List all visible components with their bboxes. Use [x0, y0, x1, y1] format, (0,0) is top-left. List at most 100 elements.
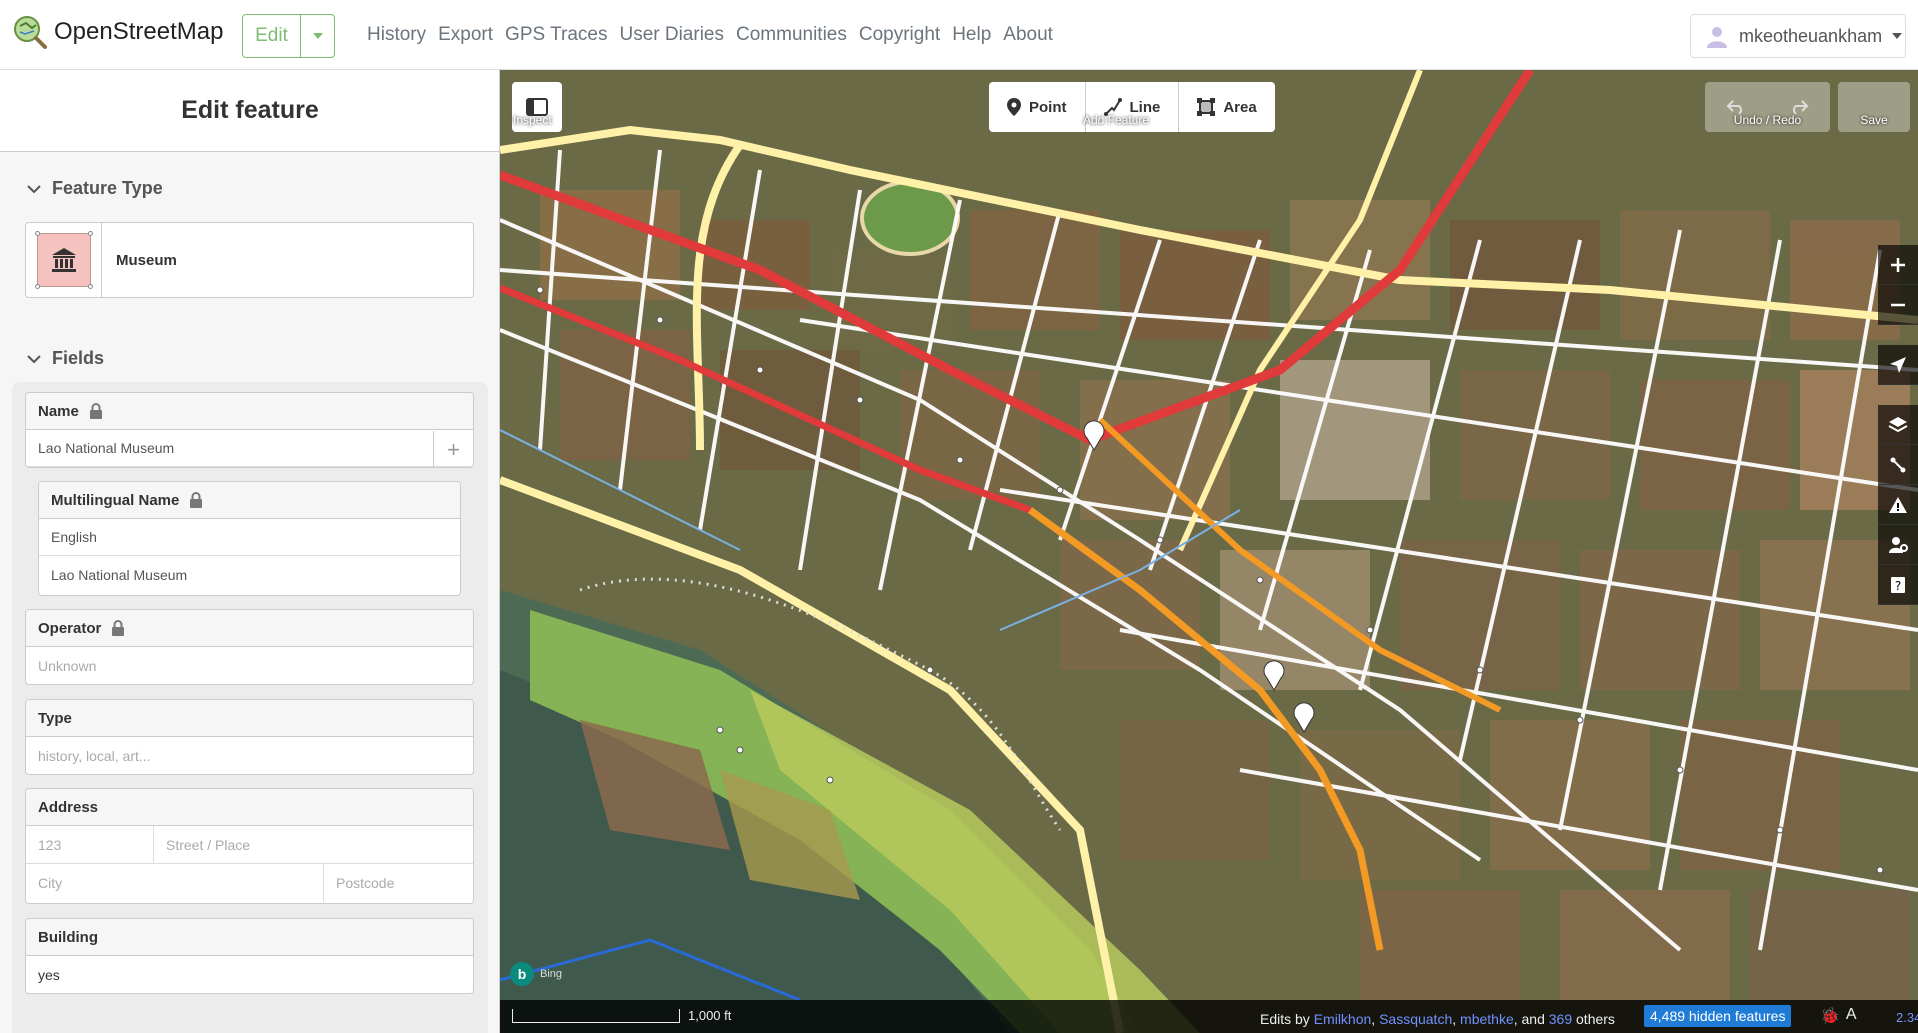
building-field: Building yes — [25, 918, 474, 994]
editor-link[interactable]: Sassquatch — [1379, 1011, 1452, 1027]
museum-icon — [34, 231, 93, 289]
housenumber-input[interactable]: 123 — [26, 826, 154, 863]
bing-attribution-logo[interactable]: b Bing — [510, 962, 562, 986]
lock-icon — [89, 403, 102, 419]
osm-magnifier-logo-icon — [14, 16, 47, 49]
preset-name: Museum — [116, 251, 177, 269]
bug-report-icon[interactable]: 🐞 — [1820, 1006, 1840, 1026]
preferences-icon — [1889, 536, 1908, 553]
caret-down-icon — [1892, 33, 1903, 39]
zoom-out-button[interactable] — [1878, 285, 1918, 325]
user-menu[interactable]: mkeotheuankham — [1690, 14, 1906, 58]
nav-history[interactable]: History — [367, 24, 426, 46]
scale-label: 1,000 ft — [688, 1008, 732, 1023]
type-input[interactable]: history, local, art... — [26, 737, 473, 774]
multilingual-name-field: Multilingual Name English Lao National M… — [38, 481, 461, 596]
name-field: Name Lao National Museum + — [25, 392, 474, 468]
issues-icon — [1889, 496, 1907, 513]
zoom-out-icon — [1891, 303, 1905, 306]
main-nav: History Export GPS Traces User Diaries C… — [367, 24, 1053, 46]
zoom-in-icon — [1891, 257, 1905, 272]
layers-icon — [1888, 416, 1908, 432]
lock-icon — [112, 620, 125, 636]
map-controls: ? — [1878, 245, 1918, 605]
name-input[interactable]: Lao National Museum — [26, 430, 473, 467]
satellite-imagery — [500, 70, 1918, 1033]
footer-icons: 🐞 A — [1820, 1006, 1857, 1026]
address-row-2: City Postcode — [26, 864, 473, 902]
address-row-1: 123 Street / Place — [26, 826, 473, 864]
background-layers-button[interactable] — [1878, 405, 1918, 445]
street-input[interactable]: Street / Place — [154, 826, 473, 863]
sidebar-title: Edit feature — [181, 96, 319, 124]
save-label: Save — [1860, 113, 1888, 127]
postcode-input[interactable]: Postcode — [324, 864, 473, 902]
nav-copyright[interactable]: Copyright — [859, 24, 940, 46]
scale-bar[interactable]: 1,000 ft — [512, 1008, 731, 1023]
building-label: Building — [26, 919, 473, 956]
svg-text:?: ? — [1895, 579, 1901, 593]
nav-user-diaries[interactable]: User Diaries — [619, 24, 724, 46]
lock-icon — [190, 492, 203, 508]
fields-section-toggle[interactable]: Fields — [26, 348, 104, 369]
help-icon: ? — [1891, 576, 1905, 593]
preset-selector[interactable]: Museum — [25, 222, 474, 298]
caret-down-icon — [312, 33, 323, 39]
geolocate-button[interactable] — [1878, 345, 1918, 385]
sidebar: Edit feature Feature Type Museum Fields … — [0, 70, 500, 1033]
help-button[interactable]: ? — [1878, 565, 1918, 605]
nav-help[interactable]: Help — [952, 24, 991, 46]
inspect-label: Inspect — [513, 113, 552, 127]
issues-button[interactable] — [1878, 485, 1918, 525]
editor-link[interactable]: mbethke — [1460, 1011, 1514, 1027]
site-title: OpenStreetMap — [54, 18, 224, 45]
nav-export[interactable]: Export — [438, 24, 493, 46]
chevron-down-icon — [27, 184, 41, 193]
localized-name-input[interactable]: Lao National Museum — [39, 556, 460, 593]
geolocate-icon — [1890, 356, 1906, 373]
nav-communities[interactable]: Communities — [736, 24, 847, 46]
preferences-button[interactable] — [1878, 525, 1918, 565]
scale-bar-line — [512, 1008, 680, 1023]
hidden-features-badge[interactable]: 4,489 hidden features — [1644, 1005, 1792, 1027]
edits-attribution: Edits by Emilkhon, Sassquatch, mbethke, … — [1260, 1011, 1615, 1027]
editor-link[interactable]: Emilkhon — [1314, 1011, 1372, 1027]
map-data-button[interactable] — [1878, 445, 1918, 485]
feature-type-heading: Feature Type — [52, 178, 163, 198]
feature-type-section-toggle[interactable]: Feature Type — [26, 178, 163, 199]
edit-dropdown-button[interactable] — [301, 15, 334, 57]
nav-gps-traces[interactable]: GPS Traces — [505, 24, 607, 46]
operator-field: Operator Unknown — [25, 609, 474, 685]
add-localized-name-button[interactable]: + — [433, 431, 473, 467]
city-input[interactable]: City — [26, 864, 324, 902]
username: mkeotheuankham — [1739, 25, 1883, 46]
undo-redo-label: Undo / Redo — [1733, 113, 1802, 127]
zoom-in-button[interactable] — [1878, 245, 1918, 285]
language-input[interactable]: English — [39, 519, 460, 556]
version-link[interactable]: 2.34.1 — [1896, 1010, 1918, 1025]
address-field: Address 123 Street / Place City Postcode — [25, 788, 474, 904]
building-input[interactable]: yes — [26, 956, 473, 993]
language-icon[interactable]: A — [1846, 1006, 1857, 1026]
edit-button[interactable]: Edit — [243, 15, 301, 57]
osm-logo[interactable]: OpenStreetMap — [12, 14, 223, 50]
type-label: Type — [26, 700, 473, 737]
bing-icon: b — [510, 962, 534, 986]
nav-about[interactable]: About — [1003, 24, 1053, 46]
user-avatar-icon — [1707, 27, 1727, 48]
address-label: Address — [26, 789, 473, 826]
bing-label: Bing — [540, 968, 563, 980]
chevron-down-icon — [27, 354, 41, 363]
edit-button-group: Edit — [242, 14, 335, 58]
sidebar-header: Edit feature — [0, 70, 499, 152]
name-field-label: Name — [26, 393, 473, 430]
operator-label: Operator — [26, 610, 473, 647]
others-count-link[interactable]: 369 — [1549, 1011, 1572, 1027]
operator-input[interactable]: Unknown — [26, 647, 473, 684]
fields-heading: Fields — [52, 348, 105, 368]
top-navbar: OpenStreetMap Edit History Export GPS Tr… — [0, 0, 1918, 70]
multilingual-name-label: Multilingual Name — [39, 482, 460, 519]
map-canvas[interactable]: Inspect Point Line Area Add Feature Undo… — [500, 70, 1918, 1033]
map-data-icon — [1890, 457, 1906, 472]
add-feature-label: Add Feature — [1082, 113, 1150, 127]
